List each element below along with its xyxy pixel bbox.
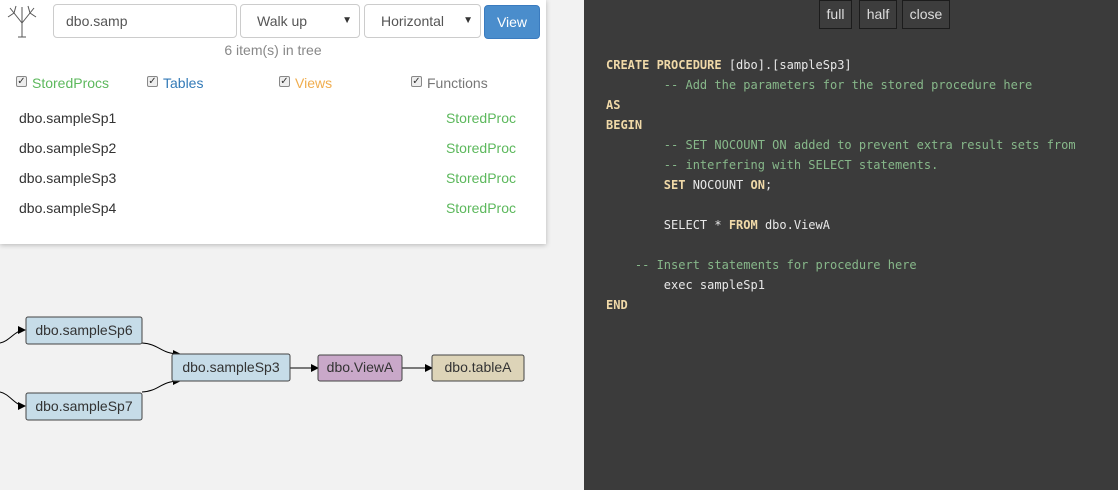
code-text: [dbo].[sampleSp3] bbox=[721, 58, 852, 72]
filter-label: Views bbox=[295, 75, 333, 91]
filter-label: Functions bbox=[427, 75, 488, 91]
node-label: dbo.sampleSp6 bbox=[35, 322, 133, 338]
node-label: dbo.sampleSp3 bbox=[182, 359, 280, 375]
code-line: BEGIN bbox=[606, 115, 1076, 135]
result-name: dbo.sampleSp3 bbox=[19, 170, 117, 186]
code-text: SELECT * bbox=[606, 218, 729, 232]
graph-node-sampleSp3[interactable]: dbo.sampleSp3 bbox=[171, 353, 291, 382]
tree-item-count: 6 item(s) in tree bbox=[224, 42, 322, 58]
code-text: dbo.ViewA bbox=[757, 218, 830, 232]
result-name: dbo.sampleSp4 bbox=[19, 200, 117, 216]
graph-node-tableA[interactable]: dbo.tableA bbox=[431, 354, 525, 382]
code-line: -- Add the parameters for the stored pro… bbox=[606, 75, 1076, 95]
checkbox-checked-icon[interactable]: ✓ bbox=[411, 76, 422, 87]
code-line: -- SET NOCOUNT ON added to prevent extra… bbox=[606, 135, 1076, 155]
code-line: exec sampleSp1 bbox=[606, 275, 1076, 295]
code-panel: full half close CREATE PROCEDURE [dbo].[… bbox=[584, 0, 1118, 490]
result-name: dbo.sampleSp2 bbox=[19, 140, 117, 156]
checkbox-checked-icon[interactable]: ✓ bbox=[279, 76, 290, 87]
search-input[interactable] bbox=[53, 4, 237, 38]
result-name: dbo.sampleSp1 bbox=[19, 110, 117, 126]
graph-edge bbox=[141, 377, 181, 393]
graph-edge bbox=[0, 391, 26, 410]
code-keyword: SET bbox=[663, 178, 686, 192]
node-label: dbo.ViewA bbox=[327, 359, 394, 375]
full-button[interactable]: full bbox=[819, 0, 852, 29]
code-text: NOCOUNT bbox=[685, 178, 751, 192]
half-button[interactable]: half bbox=[859, 0, 897, 29]
tree-icon bbox=[7, 5, 37, 38]
checkbox-checked-icon[interactable]: ✓ bbox=[16, 76, 27, 87]
checkbox-checked-icon[interactable]: ✓ bbox=[147, 76, 158, 87]
result-type: StoredProc bbox=[445, 110, 516, 126]
node-label: dbo.sampleSp7 bbox=[35, 398, 133, 414]
code-line: END bbox=[606, 295, 1076, 315]
code-comment: -- Add the parameters for the stored pro… bbox=[606, 78, 1033, 92]
layout-direction-select[interactable]: Horizontal ▼ bbox=[364, 4, 481, 38]
code-line: SET NOCOUNT ON; bbox=[606, 175, 1076, 195]
code-line: -- interfering with SELECT statements. bbox=[606, 155, 1076, 175]
walk-direction-select[interactable]: Walk up ▼ bbox=[240, 4, 360, 38]
result-row[interactable]: dbo.sampleSp2 StoredProc bbox=[0, 134, 546, 164]
code-keyword: AS bbox=[606, 98, 621, 112]
close-button[interactable]: close bbox=[902, 0, 950, 29]
result-row[interactable]: dbo.sampleSp1 StoredProc bbox=[0, 104, 546, 134]
filter-label: Tables bbox=[163, 75, 204, 91]
graph-node-sampleSp7[interactable]: dbo.sampleSp7 bbox=[25, 392, 143, 421]
code-keyword: CREATE PROCEDURE bbox=[606, 58, 722, 72]
code-line: AS bbox=[606, 95, 1076, 115]
code-keyword: ON bbox=[750, 178, 765, 192]
result-row[interactable]: dbo.sampleSp4 StoredProc bbox=[0, 194, 546, 224]
code-keyword: FROM bbox=[728, 218, 758, 232]
search-panel: Walk up ▼ Horizontal ▼ View 6 item(s) in… bbox=[0, 0, 546, 244]
layout-direction-value: Horizontal bbox=[381, 13, 445, 29]
code-comment: -- interfering with SELECT statements. bbox=[606, 158, 939, 172]
result-row[interactable]: dbo.sampleSp3 StoredProc bbox=[0, 164, 546, 194]
code-comment: -- Insert statements for procedure here bbox=[606, 258, 917, 272]
graph-node-sampleSp6[interactable]: dbo.sampleSp6 bbox=[25, 316, 143, 345]
code-text: ; bbox=[764, 178, 773, 192]
chevron-down-icon: ▼ bbox=[342, 15, 352, 26]
graph-edge bbox=[0, 326, 26, 344]
filter-label: StoredProcs bbox=[32, 75, 110, 91]
code-keyword: END bbox=[606, 298, 628, 312]
code-line: CREATE PROCEDURE [dbo].[sampleSp3] bbox=[606, 55, 1076, 75]
result-type: StoredProc bbox=[445, 200, 516, 216]
code-line: -- Insert statements for procedure here bbox=[606, 255, 1076, 275]
result-type: StoredProc bbox=[445, 170, 516, 186]
chevron-down-icon: ▼ bbox=[463, 15, 473, 26]
code-comment: -- SET NOCOUNT ON added to prevent extra… bbox=[606, 138, 1076, 152]
dependency-graph[interactable]: dbo.sampleSp6 dbo.sampleSp7 dbo.sampleSp… bbox=[0, 244, 584, 490]
walk-direction-value: Walk up bbox=[257, 13, 308, 29]
code-text: exec sampleSp1 bbox=[606, 278, 765, 292]
graph-edge bbox=[141, 342, 181, 358]
code-line: SELECT * FROM dbo.ViewA bbox=[606, 215, 1076, 235]
graph-node-viewA[interactable]: dbo.ViewA bbox=[317, 354, 403, 382]
code-keyword: BEGIN bbox=[606, 118, 643, 132]
result-type: StoredProc bbox=[445, 140, 516, 156]
sql-code-block: CREATE PROCEDURE [dbo].[sampleSp3] -- Ad… bbox=[606, 55, 1076, 315]
view-button[interactable]: View bbox=[484, 5, 540, 39]
node-label: dbo.tableA bbox=[445, 359, 513, 375]
